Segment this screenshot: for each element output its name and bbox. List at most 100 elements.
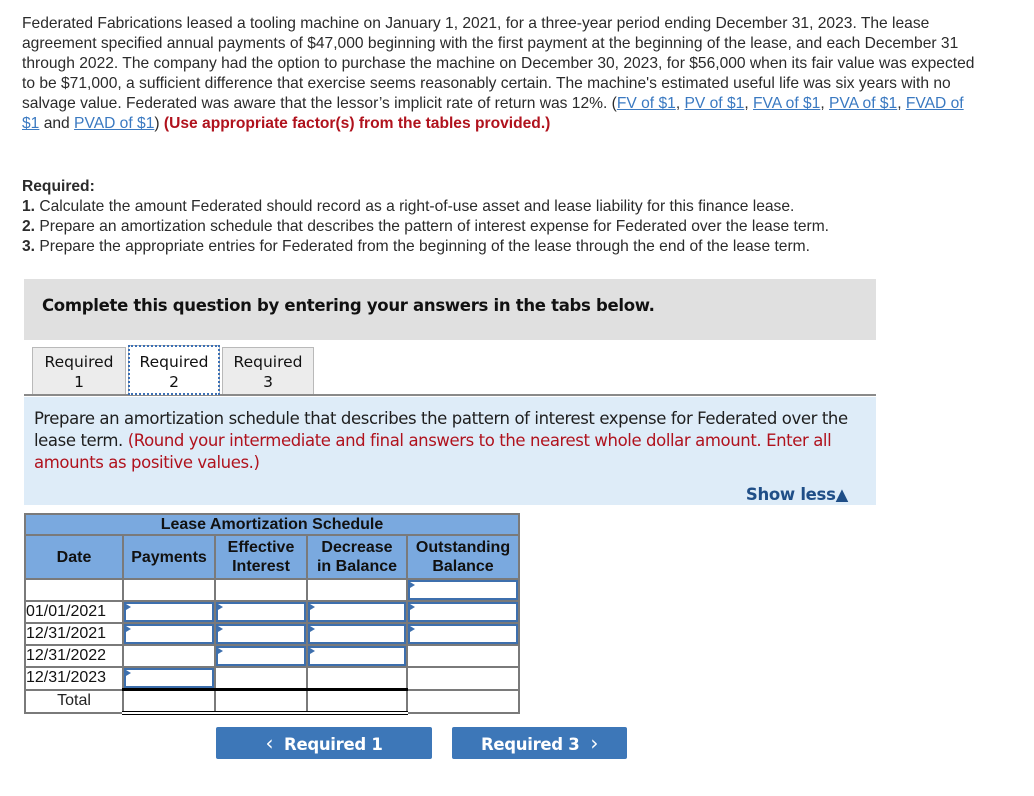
payments-input[interactable]: [124, 668, 214, 688]
show-less-label: Show less: [745, 485, 836, 504]
item-number: 1.: [22, 198, 36, 215]
date-cell: 01/01/2021: [24, 600, 124, 624]
column-header-date: Date: [24, 534, 124, 580]
date-cell: 12/31/2023: [24, 666, 124, 691]
required-item-3: 3. Prepare the appropriate entries for F…: [22, 237, 1002, 257]
effective-interest-input[interactable]: [216, 624, 306, 644]
tab-required-3[interactable]: Required 3: [222, 347, 314, 394]
tab-label: Required: [233, 353, 303, 371]
column-header-effective-interest: Effective Interest: [214, 534, 308, 580]
banner-text: Complete this question by entering your …: [42, 296, 655, 315]
balance-cell: [406, 622, 520, 646]
payments-cell: [122, 666, 216, 691]
column-header-decrease-in-balance: Decrease in Balance: [306, 534, 408, 580]
interest-cell: [214, 600, 308, 624]
table-row: 12/31/2023: [24, 666, 520, 691]
decrease-in-balance-input[interactable]: [308, 646, 406, 666]
column-header-payments: Payments: [122, 534, 216, 580]
payments-input[interactable]: [124, 624, 214, 644]
empty-cell: [406, 666, 520, 691]
decrease-cell: [306, 644, 408, 668]
empty-cell: [406, 688, 520, 714]
item-number: 3.: [22, 238, 36, 255]
instructions-panel: Prepare an amortization schedule that de…: [24, 397, 876, 505]
previous-required-1-button[interactable]: ‹ Required 1: [216, 727, 432, 759]
interest-cell: [214, 622, 308, 646]
tab-number: 2: [169, 373, 179, 391]
interest-cell: [214, 644, 308, 668]
link-pvad-of-1[interactable]: PVAD of $1: [74, 115, 154, 132]
separator: ,: [675, 95, 685, 112]
next-required-3-button[interactable]: Required 3 ›: [452, 727, 627, 759]
payments-cell: [122, 622, 216, 646]
empty-cell: [306, 666, 408, 691]
tab-required-2[interactable]: Required 2: [128, 345, 220, 395]
item-number: 2.: [22, 218, 36, 235]
separator: ,: [744, 95, 753, 112]
empty-cell: [214, 666, 308, 691]
chevron-right-icon: ›: [590, 731, 599, 755]
item-text: Prepare an amortization schedule that de…: [35, 218, 830, 235]
balance-cell: [406, 600, 520, 624]
payments-input[interactable]: [124, 602, 214, 622]
prev-label: Required 1: [284, 735, 383, 754]
schedule-title: Lease Amortization Schedule: [24, 513, 520, 536]
table-row: 12/31/2021: [24, 622, 520, 646]
link-pva-of-1[interactable]: PVA of $1: [829, 95, 897, 112]
outstanding-balance-input[interactable]: [408, 624, 518, 644]
table-row: 01/01/2021: [24, 600, 520, 624]
required-item-2: 2. Prepare an amortization schedule that…: [22, 217, 1002, 237]
empty-cell: [306, 578, 408, 602]
tab-number: 3: [263, 373, 273, 391]
outstanding-balance-input[interactable]: [408, 580, 518, 600]
link-pv-of-1[interactable]: PV of $1: [685, 95, 745, 112]
tab-required-1[interactable]: Required 1: [32, 347, 126, 394]
show-less-button[interactable]: Show less▲: [746, 485, 848, 504]
required-list: Required: 1. Calculate the amount Federa…: [22, 177, 1002, 257]
table-row: 12/31/2022: [24, 644, 520, 668]
outstanding-balance-input[interactable]: [408, 602, 518, 622]
link-fv-of-1[interactable]: FV of $1: [617, 95, 676, 112]
decrease-cell: [306, 600, 408, 624]
factor-note: (Use appropriate factor(s) from the tabl…: [163, 115, 551, 132]
total-label: Total: [24, 688, 124, 714]
problem-statement: Federated Fabrications leased a tooling …: [22, 14, 982, 134]
empty-cell: [122, 644, 216, 668]
instruction-rounding-note: (Round your intermediate and final answe…: [34, 431, 832, 472]
complete-question-banner: Complete this question by entering your …: [24, 279, 876, 340]
empty-cell: [122, 578, 216, 602]
tab-label: Required: [44, 353, 114, 371]
total-interest-cell: [214, 688, 308, 715]
required-item-1: 1. Calculate the amount Federated should…: [22, 197, 1002, 217]
empty-cell: [214, 578, 308, 602]
item-text: Prepare the appropriate entries for Fede…: [35, 238, 810, 255]
date-cell: [24, 578, 124, 602]
column-header-outstanding-balance: Outstanding Balance: [406, 534, 520, 580]
item-text: Calculate the amount Federated should re…: [35, 198, 795, 215]
link-fva-of-1[interactable]: FVA of $1: [753, 95, 820, 112]
total-decrease-cell: [306, 688, 408, 715]
effective-interest-input[interactable]: [216, 602, 306, 622]
payments-cell: [122, 600, 216, 624]
balance-cell: [406, 578, 520, 602]
separator: ,: [897, 95, 906, 112]
next-label: Required 3: [480, 735, 580, 754]
total-payments-cell: [122, 688, 216, 715]
decrease-in-balance-input[interactable]: [308, 624, 406, 644]
total-row: Total: [24, 688, 520, 715]
decrease-cell: [306, 622, 408, 646]
decrease-in-balance-input[interactable]: [308, 602, 406, 622]
empty-cell: [406, 644, 520, 668]
separator: and: [39, 115, 75, 132]
separator: ,: [820, 95, 829, 112]
separator: ): [154, 115, 164, 132]
required-heading: Required:: [22, 178, 95, 195]
effective-interest-input[interactable]: [216, 646, 306, 666]
table-row: [24, 578, 520, 602]
date-cell: 12/31/2021: [24, 622, 124, 646]
triangle-up-icon: ▲: [835, 485, 849, 504]
chevron-left-icon: ‹: [265, 731, 274, 755]
instructions-text: Prepare an amortization schedule that de…: [34, 408, 864, 474]
tab-number: 1: [74, 373, 84, 391]
lease-amortization-schedule: Lease Amortization Schedule Date Payment…: [24, 513, 520, 715]
